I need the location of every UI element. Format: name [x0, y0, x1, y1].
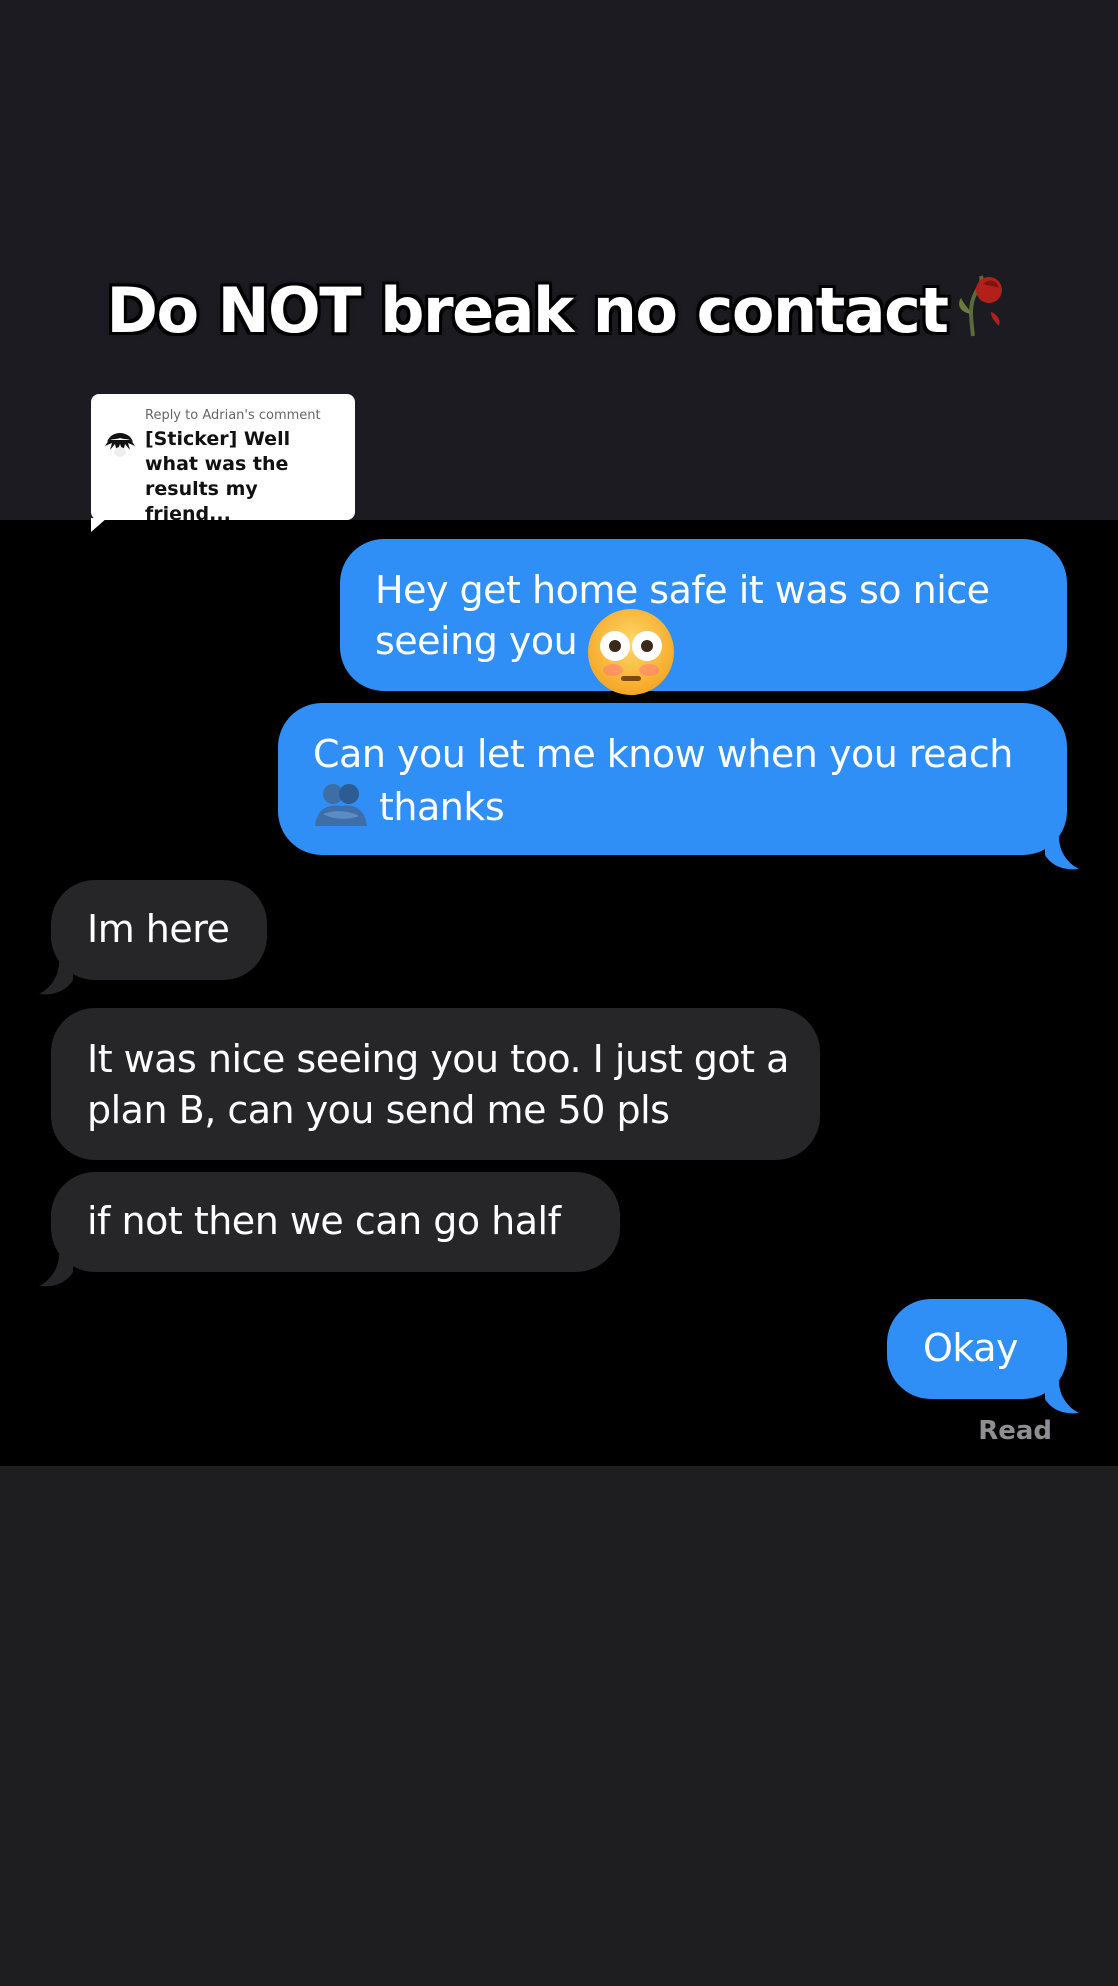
message-text: if not then we can go half: [87, 1199, 561, 1243]
overlay-caption: Do NOT break no contact: [0, 268, 1118, 353]
message-text: Im here: [87, 907, 230, 951]
sent-message-bubble[interactable]: Can you let me know when you reach thank…: [278, 703, 1079, 870]
received-message-bubble[interactable]: if not then we can go half: [39, 1172, 620, 1287]
wilted-rose-icon: [951, 268, 1011, 353]
received-message-bubble[interactable]: Im here: [39, 880, 267, 995]
flushed-face-emoji: [585, 606, 677, 698]
sent-message-bubble[interactable]: Okay: [887, 1299, 1079, 1414]
message-text: Can you let me know when you reach: [313, 732, 1013, 776]
comment-reply-card[interactable]: Reply to Adrian's comment [Sticker] Well…: [91, 394, 355, 532]
people-hugging-emoji: [313, 780, 369, 830]
reply-meta-label: Reply to Adrian's comment: [145, 408, 321, 423]
bubble-tail-icon: [1045, 837, 1079, 870]
message-text: Okay: [923, 1326, 1019, 1370]
reply-comment-text: [Sticker] Well what was the results my f…: [145, 428, 291, 525]
commenter-avatar-icon: [103, 428, 137, 462]
received-message-bubble[interactable]: It was nice seeing you too. I just got a…: [51, 1008, 820, 1160]
message-text: Hey get home safe it was so nice seeing …: [375, 568, 990, 663]
overlay-caption-text: Do NOT break no contact: [106, 274, 949, 347]
bubble-tail-icon: [1045, 1381, 1079, 1414]
sent-message-bubble[interactable]: Hey get home safe it was so nice seeing …: [340, 539, 1067, 691]
bubble-tail-icon: [39, 962, 73, 995]
read-receipt-label: Read: [978, 1416, 1052, 1446]
bubble-tail-icon: [39, 1254, 73, 1287]
message-text: It was nice seeing you too. I just got a…: [87, 1037, 789, 1132]
bottom-backdrop: [0, 1466, 1118, 1986]
message-text-continued: thanks: [379, 785, 505, 829]
